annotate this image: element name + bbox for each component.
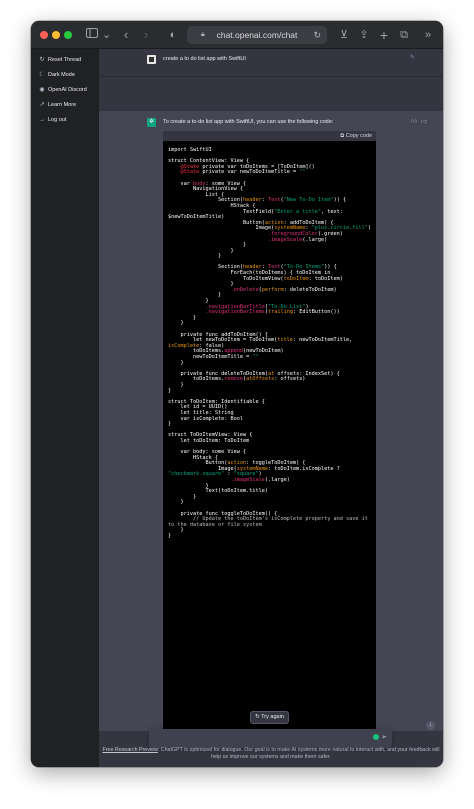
sidebar-item-label: Learn More [48,102,77,108]
code-token: "" [299,169,306,176]
more-tabs-icon[interactable]: » [422,27,434,43]
address-bar[interactable]: 🔒︎ chat.openai.com/chat ↻ [187,26,327,44]
code-token: ) [367,225,372,232]
lock-icon: 🔒︎ [201,31,205,38]
code-token: : newToDoItemTitle, [292,337,353,344]
new-tab-icon[interactable]: + [378,27,390,43]
edit-icon[interactable]: ✎ [410,54,415,61]
sidebar-toggle-icon[interactable] [85,27,99,43]
code-token: (.large) [302,236,328,243]
code-token: , text: [321,208,343,215]
zoom-window-button[interactable] [64,31,72,39]
sidebar-item-label: Log out [48,117,67,123]
send-icon[interactable]: ➢ [381,733,387,741]
reset-icon: ↻ [39,57,45,63]
code-token: .imageScale [267,236,303,243]
chat-area: create a to do list app with SwiftUI ✎ ✲… [99,49,443,767]
code-token: : EditButton()) [292,309,340,316]
code-token: let toDoItem: ToDoItem [168,437,250,444]
code-token: atOffsets [246,376,275,383]
code-token: "New To-Do Item" [283,197,334,204]
code-token: private var newToDoItemTitle = [199,169,300,176]
research-preview-link[interactable]: Free Research Preview [103,747,158,753]
try-again-button[interactable]: ↻ Try again [250,711,289,724]
close-window-button[interactable] [40,31,48,39]
code-token: : deleteToDoItem) [283,286,337,293]
forward-icon[interactable]: › [141,27,151,43]
discord-icon: ◉ [39,87,45,93]
code-token: .navigationBarItems [205,309,265,316]
code-token: perform [261,286,284,293]
code-content: import SwiftUI struct ContentView: View … [168,147,373,540]
logout-icon: → [39,117,45,123]
tab-overview-icon[interactable]: ⧉ [398,27,410,43]
thumbs-up-icon[interactable]: 👍︎ [411,117,417,125]
code-token: .imageScale [230,477,265,484]
share-icon[interactable]: ⇪ [358,27,370,43]
download-icon[interactable]: ⊻ [338,27,350,43]
moon-icon: ☾ [39,72,45,78]
sidebar: ↻ Reset Thread ☾ Dark Mode ◉ OpenAI Disc… [31,49,99,767]
footer-text: : ChatGPT is optimized for dialogue. Our… [157,747,440,760]
code-token: )) { [333,197,347,204]
code-token: var isComplete: Bool [168,415,243,422]
code-block: ⧉ Copy code import SwiftUI struct Conten… [163,131,376,747]
code-token: Text [267,197,281,204]
sidebar-item-openai-discord[interactable]: ◉ OpenAI Discord [36,83,96,97]
code-token: remove [224,376,243,383]
code-line: } [168,532,373,540]
code-token: : toDoItem) [308,275,343,282]
code-token: @State [180,169,200,176]
code-token: } [168,253,222,260]
code-block-header: ⧉ Copy code [163,131,376,141]
assistant-intro: To create a to-do list app with SwiftUI,… [163,119,334,125]
browser-toolbar: ⌄ ‹ › ◐ 🔒︎ chat.openai.com/chat ↻ ⊻ ⇪ + … [31,21,443,49]
avatar [147,55,156,64]
code-token: : offsets) [274,376,306,383]
refresh-icon: ↻ [255,714,260,720]
minimize-window-button[interactable] [52,31,60,39]
thumbs-down-icon[interactable]: 👎︎ [421,117,427,125]
copy-code-button[interactable]: ⧉ Copy code [340,131,372,141]
sidebar-item-label: Reset Thread [48,57,82,63]
sidebar-item-learn-more[interactable]: ↗ Learn More [36,98,96,112]
code-token: } [168,532,172,539]
code-token: title [277,337,293,344]
sidebar-item-log-out[interactable]: → Log out [36,113,96,127]
code-token: toDoItem [283,275,309,282]
status-indicator [373,734,379,740]
user-message: create a to do list app with SwiftUI [163,56,246,62]
sidebar-item-dark-mode[interactable]: ☾ Dark Mode [36,68,96,82]
sidebar-item-label: OpenAI Discord [48,87,87,93]
try-again-label: Try again [261,714,284,720]
scroll-down-button[interactable]: ↓ [426,721,435,730]
external-link-icon: ↗ [39,102,45,108]
copy-code-label: Copy code [345,133,372,139]
url-text: chat.openai.com/chat [216,30,298,40]
assistant-message-row: ✲ To create a to-do list app with SwiftU… [99,111,443,747]
clipboard-icon: ⧉ [340,133,345,139]
sidebar-item-label: Dark Mode [48,72,75,78]
code-token: (.large) [264,477,290,484]
privacy-shield-icon[interactable]: ◐ [168,27,178,43]
code-token: "" [252,353,259,360]
code-token: "Enter a title" [274,208,322,215]
browser-window: ⌄ ‹ › ◐ 🔒︎ chat.openai.com/chat ↻ ⊻ ⇪ + … [31,21,443,767]
code-token: trailing [267,309,293,316]
message-input[interactable]: ➢ [149,729,392,748]
back-icon[interactable]: ‹ [121,27,131,43]
openai-logo-icon: ✲ [147,118,156,127]
code-token: : toDoItem.isComplete ? [267,465,340,472]
code-token: .onDelete [230,286,259,293]
sidebar-item-reset-thread[interactable]: ↻ Reset Thread [36,53,96,67]
chevron-down-icon[interactable]: ⌄ [102,27,111,43]
user-message-row: create a to do list app with SwiftUI ✎ [99,49,443,77]
footer-disclaimer: Free Research Preview: ChatGPT is optimi… [101,747,441,761]
reload-icon[interactable]: ↻ [313,26,321,44]
code-token: import SwiftUI [168,147,212,153]
